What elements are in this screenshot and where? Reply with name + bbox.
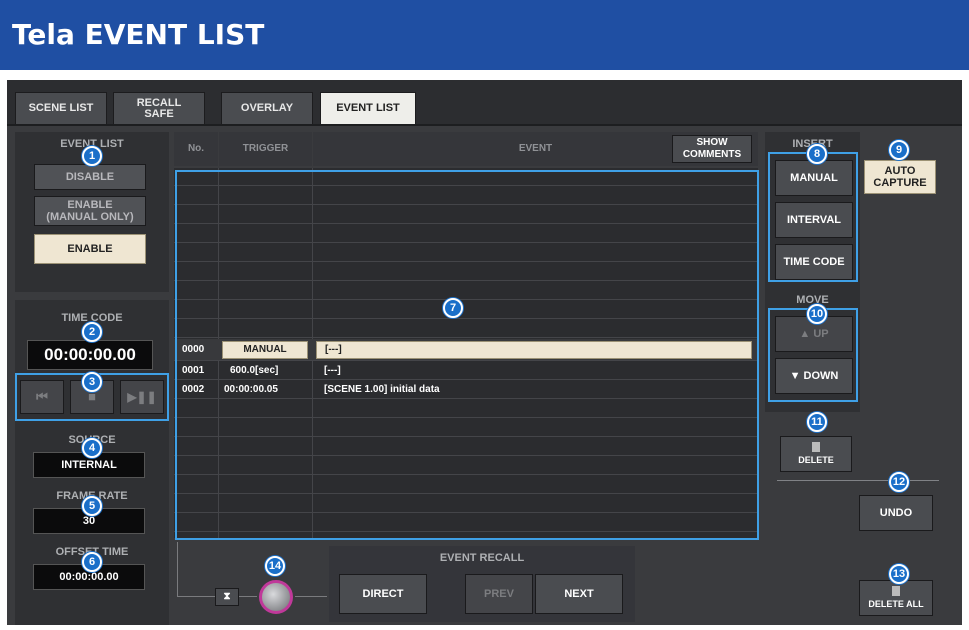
enable-button[interactable]: ENABLE	[34, 234, 146, 264]
callout-badge: 3	[82, 372, 102, 392]
hourglass-icon: ⧗	[223, 591, 231, 602]
row-trigger: 600.0[sec]	[230, 365, 279, 376]
callout-badge: 12	[889, 472, 909, 492]
callout-badge: 13	[889, 564, 909, 584]
enable-manual-only-button[interactable]: ENABLE (MANUAL ONLY)	[34, 196, 146, 226]
callout-badge: 10	[807, 304, 827, 324]
divider-line	[777, 480, 939, 481]
page-title: Tela EVENT LIST	[0, 0, 969, 70]
callout-badge: 8	[807, 144, 827, 164]
event-field[interactable]: [---]	[316, 341, 752, 359]
callout-badge: 4	[82, 438, 102, 458]
rewind-icon: ⏮	[36, 389, 48, 404]
table-row[interactable]	[174, 400, 758, 418]
table-row[interactable]	[174, 495, 758, 513]
col-no-header: No.	[174, 132, 218, 166]
callout-badge: 1	[82, 146, 102, 166]
frame-rate-value: 30	[82, 515, 96, 527]
callout-badge: 6	[82, 552, 102, 572]
table-row[interactable]	[174, 438, 758, 456]
delete-all-button[interactable]: DELETE ALL	[859, 580, 933, 616]
table-row[interactable]	[174, 263, 758, 281]
row-trigger: 00:00:00.05	[224, 384, 278, 395]
event-table: 0000 MANUAL [---] 0001 600.0[sec] [---] …	[174, 168, 758, 538]
table-row[interactable]	[174, 282, 758, 300]
auto-capture-button[interactable]: AUTO CAPTURE	[864, 160, 936, 194]
col-trigger-header: TRIGGER	[219, 132, 312, 166]
trigger-manual-button[interactable]: MANUAL	[222, 341, 308, 359]
table-row[interactable]	[174, 419, 758, 437]
tab-overlay[interactable]: OVERLAY	[221, 92, 313, 124]
table-row[interactable]	[174, 320, 758, 338]
tab-scene-list[interactable]: SCENE LIST	[15, 92, 107, 124]
tab-bar: SCENE LIST RECALL SAFE OVERLAY EVENT LIS…	[7, 80, 962, 126]
delete-button[interactable]: DELETE	[780, 436, 852, 472]
callout-badge: 14	[265, 556, 285, 576]
disable-button[interactable]: DISABLE	[34, 164, 146, 190]
show-comments-button[interactable]: SHOW COMMENTS	[672, 135, 752, 163]
callout-badge: 9	[889, 140, 909, 160]
undo-button[interactable]: UNDO	[859, 495, 933, 531]
table-row-selected[interactable]: 0000 MANUAL [---]	[174, 339, 758, 361]
connector-line	[295, 596, 327, 597]
row-no: 0002	[182, 384, 205, 395]
callout-badge: 5	[82, 496, 102, 516]
insert-interval-button[interactable]: INTERVAL	[775, 202, 853, 238]
source-value: INTERNAL	[61, 459, 117, 471]
jog-knob[interactable]	[259, 580, 293, 614]
trash-icon	[812, 442, 820, 452]
play-pause-button[interactable]: ▶❚❚	[120, 380, 164, 414]
table-row[interactable]	[174, 225, 758, 243]
row-event: [SCENE 1.00] initial data	[324, 384, 440, 395]
connector-line	[177, 596, 215, 597]
time-code-display: 00:00:00.00	[27, 340, 153, 370]
table-row[interactable]	[174, 206, 758, 224]
tab-event-list[interactable]: EVENT LIST	[320, 92, 416, 124]
table-row[interactable]	[174, 244, 758, 262]
callout-badge: 2	[82, 322, 102, 342]
stop-icon: ■	[88, 389, 96, 404]
callout-badge: 7	[443, 298, 463, 318]
next-button[interactable]: NEXT	[535, 574, 623, 614]
table-row[interactable]	[174, 187, 758, 205]
table-row[interactable]: 0002 00:00:00.05 [SCENE 1.00] initial da…	[174, 381, 758, 399]
connector-line	[239, 596, 257, 597]
play-pause-icon: ▶❚❚	[127, 390, 157, 404]
table-row[interactable]	[174, 514, 758, 532]
insert-time-code-button[interactable]: TIME CODE	[775, 244, 853, 280]
event-list-screen: SCENE LIST RECALL SAFE OVERLAY EVENT LIS…	[7, 80, 962, 625]
table-row[interactable]	[174, 457, 758, 475]
callout-badge: 11	[807, 412, 827, 432]
connector-line	[177, 542, 178, 596]
move-down-button[interactable]: ▼ DOWN	[775, 358, 853, 394]
direct-button[interactable]: DIRECT	[339, 574, 427, 614]
hourglass-button[interactable]: ⧗	[215, 588, 239, 606]
tab-recall-safe[interactable]: RECALL SAFE	[113, 92, 205, 124]
insert-manual-button[interactable]: MANUAL	[775, 160, 853, 196]
delete-all-label: DELETE ALL	[868, 599, 924, 609]
delete-label: DELETE	[798, 455, 834, 465]
event-recall-label: EVENT RECALL	[439, 552, 525, 564]
trash-icon	[892, 586, 900, 596]
row-event: [---]	[324, 365, 341, 376]
table-row[interactable]	[174, 301, 758, 319]
row-no: 0001	[182, 365, 205, 376]
table-row[interactable]	[174, 168, 758, 186]
rewind-button[interactable]: ⏮	[20, 380, 64, 414]
table-row[interactable]	[174, 476, 758, 494]
offset-time-value: 00:00:00.00	[59, 571, 119, 583]
prev-button[interactable]: PREV	[465, 574, 533, 614]
row-no: 0000	[182, 344, 205, 355]
table-row[interactable]: 0001 600.0[sec] [---]	[174, 362, 758, 380]
